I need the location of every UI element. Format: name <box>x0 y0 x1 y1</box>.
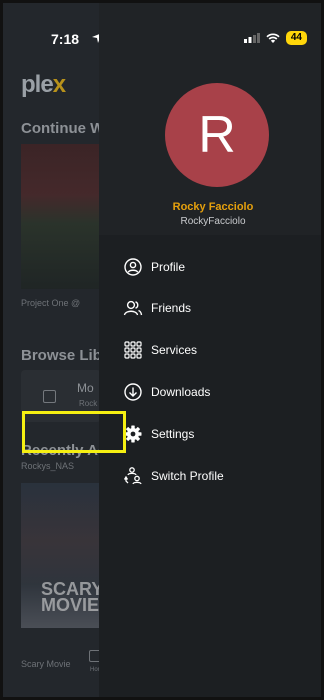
profile-name: Rocky Facciolo <box>172 201 254 213</box>
download-icon <box>123 382 143 402</box>
library-name: Mo <box>77 381 94 395</box>
browse-libraries-heading: Browse Libr <box>21 347 108 364</box>
continue-watching-heading: Continue W <box>21 120 105 137</box>
menu-item-settings[interactable]: Settings <box>123 420 194 448</box>
signal-icon <box>243 33 260 43</box>
recently-added-sub: Rockys_NAS <box>21 461 75 471</box>
profile-handle: RockyFacciolo <box>180 216 246 227</box>
menu-item-label: Friends <box>151 301 192 315</box>
menu-item-downloads[interactable]: Downloads <box>123 378 210 406</box>
menu-item-label: Services <box>151 343 198 357</box>
status-time: 7:18 <box>51 31 80 47</box>
menu-item-friends[interactable]: Friends <box>123 294 191 322</box>
profile-icon <box>123 257 143 277</box>
menu-item-switch-profile[interactable]: Switch Profile <box>123 462 224 490</box>
gear-icon <box>123 424 143 444</box>
continue-thumbnail[interactable] <box>21 144 101 289</box>
wifi-icon <box>266 32 280 43</box>
side-drawer: 44 R Rocky Facciolo RockyFacciolo Profil… <box>99 3 321 697</box>
phone-screen: plex Continue W Project One @ Browse Lib… <box>0 0 324 700</box>
settings-highlight-box <box>22 411 126 453</box>
menu-item-profile[interactable]: Profile <box>123 253 185 281</box>
plex-logo: plex <box>21 71 66 98</box>
movie-icon <box>43 390 56 403</box>
poster-title: SCARY MOVIE <box>41 579 104 615</box>
friends-icon <box>123 298 143 318</box>
battery-indicator: 44 <box>285 31 307 45</box>
avatar-initial: R <box>198 106 236 164</box>
menu-item-label: Switch Profile <box>151 469 224 483</box>
library-sub: Rock <box>79 399 98 408</box>
poster-caption: Scary Movie <box>21 659 71 669</box>
grid-icon <box>123 340 143 360</box>
menu-item-label: Downloads <box>151 385 211 399</box>
menu-item-label: Profile <box>151 260 186 274</box>
avatar[interactable]: R <box>165 83 269 187</box>
status-icons: 44 <box>243 31 307 45</box>
menu-item-label: Settings <box>151 427 195 441</box>
menu-item-services[interactable]: Services <box>123 336 197 364</box>
switch-profile-icon <box>123 466 143 486</box>
continue-caption: Project One @ <box>21 298 81 308</box>
